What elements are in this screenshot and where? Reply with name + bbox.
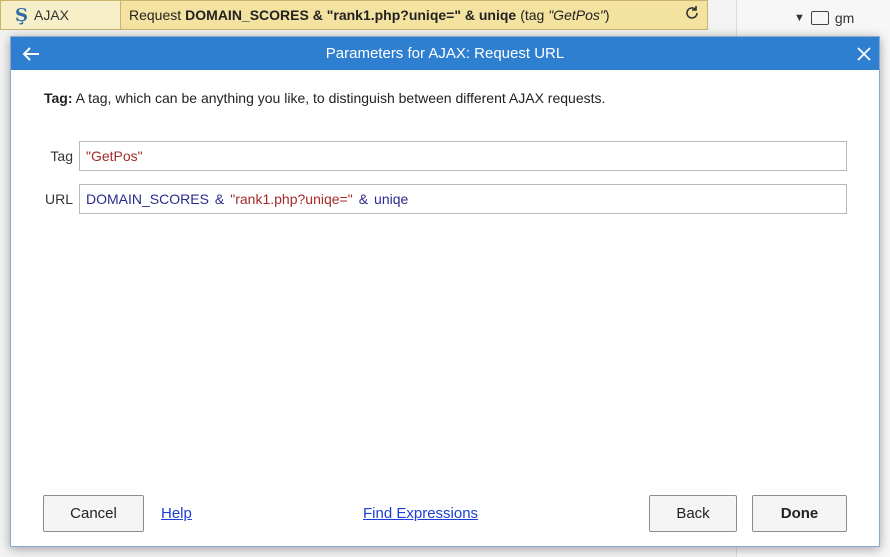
tree-item-label: gm — [834, 10, 855, 26]
param-label-url: URL — [44, 191, 73, 207]
help-param-name: Tag: — [44, 90, 73, 106]
event-object-name: AJAX — [34, 7, 70, 23]
action-tag-value: "GetPos" — [548, 7, 605, 23]
expression-token: & — [214, 191, 225, 207]
expression-token: uniqe — [374, 191, 409, 207]
event-row[interactable]: Ş AJAX Request DOMAIN_SCORES & "rank1.ph… — [0, 0, 708, 30]
action-tag-close: ) — [604, 7, 610, 23]
dialog-titlebar: Parameters for AJAX: Request URL — [11, 37, 879, 70]
cancel-button[interactable]: Cancel — [43, 495, 144, 532]
ajax-icon: Ş — [15, 4, 28, 26]
help-description: A tag, which can be anything you like, t… — [75, 90, 606, 106]
action-prefix: Request — [129, 7, 182, 23]
action-tag-open: (tag — [520, 7, 545, 23]
action-expression: DOMAIN_SCORES & "rank1.php?uniqe=" & uni… — [185, 7, 517, 23]
help-link[interactable]: Help — [161, 505, 192, 522]
param-row-url: URL DOMAIN_SCORES & "rank1.php?uniqe=" & uni… — [31, 184, 847, 214]
tag-field[interactable]: "GetPos" — [79, 141, 847, 171]
event-action[interactable]: Request DOMAIN_SCORES & "rank1.php?uniqe… — [121, 1, 707, 29]
folder-icon — [810, 11, 829, 25]
done-button[interactable]: Done — [752, 495, 847, 532]
dialog-title: Parameters for AJAX: Request URL — [325, 45, 565, 62]
close-icon[interactable] — [857, 37, 871, 70]
tree-item[interactable]: ▼ gm — [794, 10, 854, 26]
parameters-dialog: Parameters for AJAX: Request URL Tag: A … — [10, 36, 880, 547]
expand-triangle-icon[interactable]: ▼ — [794, 12, 805, 24]
param-label-tag: Tag — [50, 148, 73, 164]
refresh-icon — [683, 4, 701, 27]
expression-token: DOMAIN_SCORES — [86, 191, 209, 207]
param-row-tag: Tag "GetPos" — [31, 141, 847, 171]
expression-token: "GetPos" — [86, 148, 143, 164]
expression-token: & — [358, 191, 369, 207]
find-expressions-link[interactable]: Find Expressions — [363, 505, 478, 522]
back-button[interactable]: Back — [649, 495, 737, 532]
parameter-help: Tag: A tag, which can be anything you li… — [44, 90, 605, 106]
url-field[interactable]: DOMAIN_SCORES & "rank1.php?uniqe=" & uniqe — [79, 184, 847, 214]
expression-token: "rank1.php?uniqe=" — [230, 191, 353, 207]
event-object[interactable]: Ş AJAX — [1, 1, 121, 29]
back-arrow-icon[interactable] — [21, 37, 41, 70]
